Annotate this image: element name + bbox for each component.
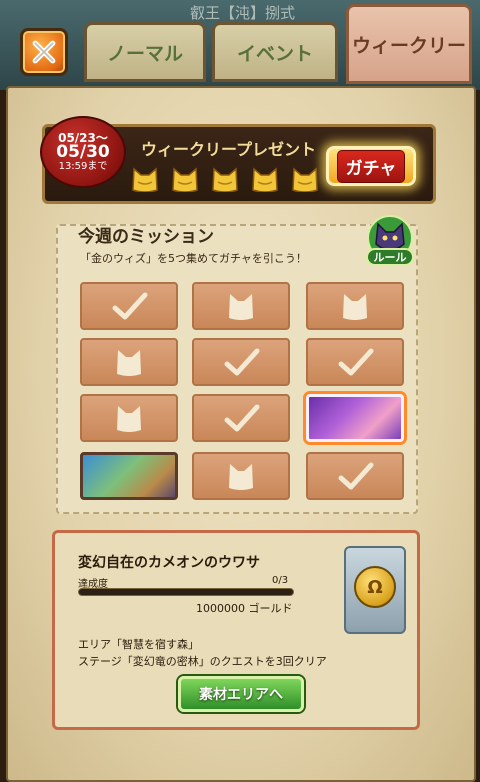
cat-silhouette-icon (229, 294, 253, 320)
mission-tile-completed[interactable] (306, 338, 404, 386)
close-button[interactable] (20, 28, 68, 76)
gold-cat-icon (170, 166, 200, 193)
quest-desc-line2: ステージ「変幻竜の密林」のクエストを3回クリア (78, 655, 327, 668)
check-icon (338, 348, 374, 376)
tab-weekly[interactable]: ウィークリー (346, 4, 472, 84)
mission-tile-image[interactable] (80, 452, 178, 500)
mission-subtitle: 「金のウィズ」を5つ集めてガチャを引こう！ (80, 252, 307, 265)
cat-silhouette-icon (117, 406, 141, 432)
progress-bar (78, 588, 294, 596)
gold-cat-icon (210, 166, 240, 193)
mission-tile-cat[interactable] (80, 338, 178, 386)
quest-description: エリア「智慧を宿す森」 ステージ「変幻竜の密林」のクエストを3回クリア (78, 636, 327, 670)
gold-coin-icon: Ω (354, 566, 396, 608)
tab-event[interactable]: イベント (212, 22, 338, 82)
mission-tile-cat[interactable] (306, 282, 404, 330)
mission-tile-completed[interactable] (192, 338, 290, 386)
mission-tile-cat[interactable] (192, 452, 290, 500)
date-end: 05/30 (56, 142, 110, 163)
material-area-button[interactable]: 素材エリアへ (178, 676, 304, 712)
mission-tile-completed[interactable] (192, 394, 290, 442)
reward-text: 1000000 ゴールド (196, 602, 293, 615)
mission-tile-completed[interactable] (306, 452, 404, 500)
cat-silhouette-icon (117, 350, 141, 376)
mission-tile-completed[interactable] (80, 282, 178, 330)
check-icon (224, 404, 260, 432)
gold-cat-icon (290, 166, 320, 193)
tab-normal[interactable]: ノーマル (84, 22, 206, 82)
gold-cat-counter (130, 166, 320, 193)
progress-count: 0/3 (272, 575, 289, 586)
mission-tile-cat[interactable] (80, 394, 178, 442)
time-end: 13:59まで (58, 160, 108, 172)
quest-title: 変幻自在のカメオンのウワサ (78, 555, 260, 571)
check-icon (224, 348, 260, 376)
mission-tile-cat[interactable] (192, 282, 290, 330)
check-icon (112, 292, 148, 320)
gold-cat-icon (250, 166, 280, 193)
gacha-label: ガチャ (336, 149, 406, 183)
check-icon (338, 462, 374, 490)
present-title: ウィークリープレゼント (141, 140, 317, 159)
cat-silhouette-icon (229, 464, 253, 490)
cat-silhouette-icon (343, 294, 367, 320)
close-icon (32, 40, 56, 64)
mission-title: 今週のミッション (78, 227, 214, 247)
rule-button[interactable]: ルール (366, 248, 414, 266)
quest-desc-line1: エリア「智慧を宿す森」 (78, 638, 199, 651)
gold-cat-icon (130, 166, 160, 193)
date-seal: 05/23〜 05/30 13:59まで (40, 116, 126, 188)
mission-tile-selected[interactable] (306, 394, 404, 442)
top-title: 叡王【沌】捌式 (190, 4, 296, 22)
gacha-button[interactable]: ガチャ (326, 146, 416, 186)
